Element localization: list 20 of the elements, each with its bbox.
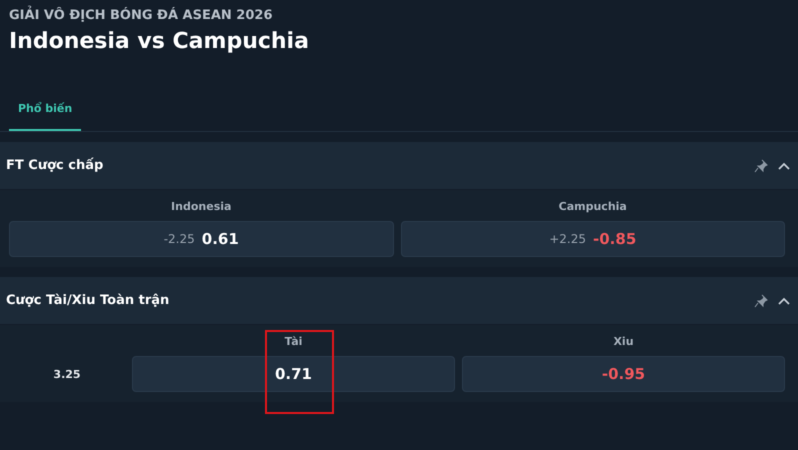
- tab[interactable]: Phổ biến: [9, 98, 82, 131]
- odds-button[interactable]: 0.71: [132, 356, 455, 392]
- line-value: 3.25: [53, 368, 81, 380]
- match-title: Indonesia vs Campuchia: [9, 29, 310, 54]
- market-title: Cược Tài/Xiu Toàn trận: [6, 293, 170, 308]
- collapse-icon[interactable]: [778, 296, 790, 304]
- collapse-icon[interactable]: [778, 162, 790, 170]
- odds-button[interactable]: -0.95: [462, 356, 785, 392]
- odds-button[interactable]: +2.25 -0.85: [400, 221, 785, 257]
- market-title: FT Cược chấp: [6, 158, 104, 173]
- league-title: GIẢI VÔ ĐỊCH BÓNG ĐÁ ASEAN 2026: [9, 8, 789, 23]
- outcome-label: Indonesia: [171, 200, 232, 213]
- pin-icon[interactable]: [754, 294, 768, 308]
- market-header[interactable]: Cược Tài/Xiu Toàn trận: [0, 277, 798, 325]
- outcome-label: Campuchia: [558, 200, 627, 213]
- odds-button[interactable]: -2.25 0.61: [9, 221, 394, 257]
- market-header[interactable]: FT Cược chấp: [0, 142, 798, 190]
- outcome-label: Tài: [284, 335, 302, 348]
- pin-icon[interactable]: [754, 158, 768, 172]
- outcome-label: Xiu: [613, 335, 634, 348]
